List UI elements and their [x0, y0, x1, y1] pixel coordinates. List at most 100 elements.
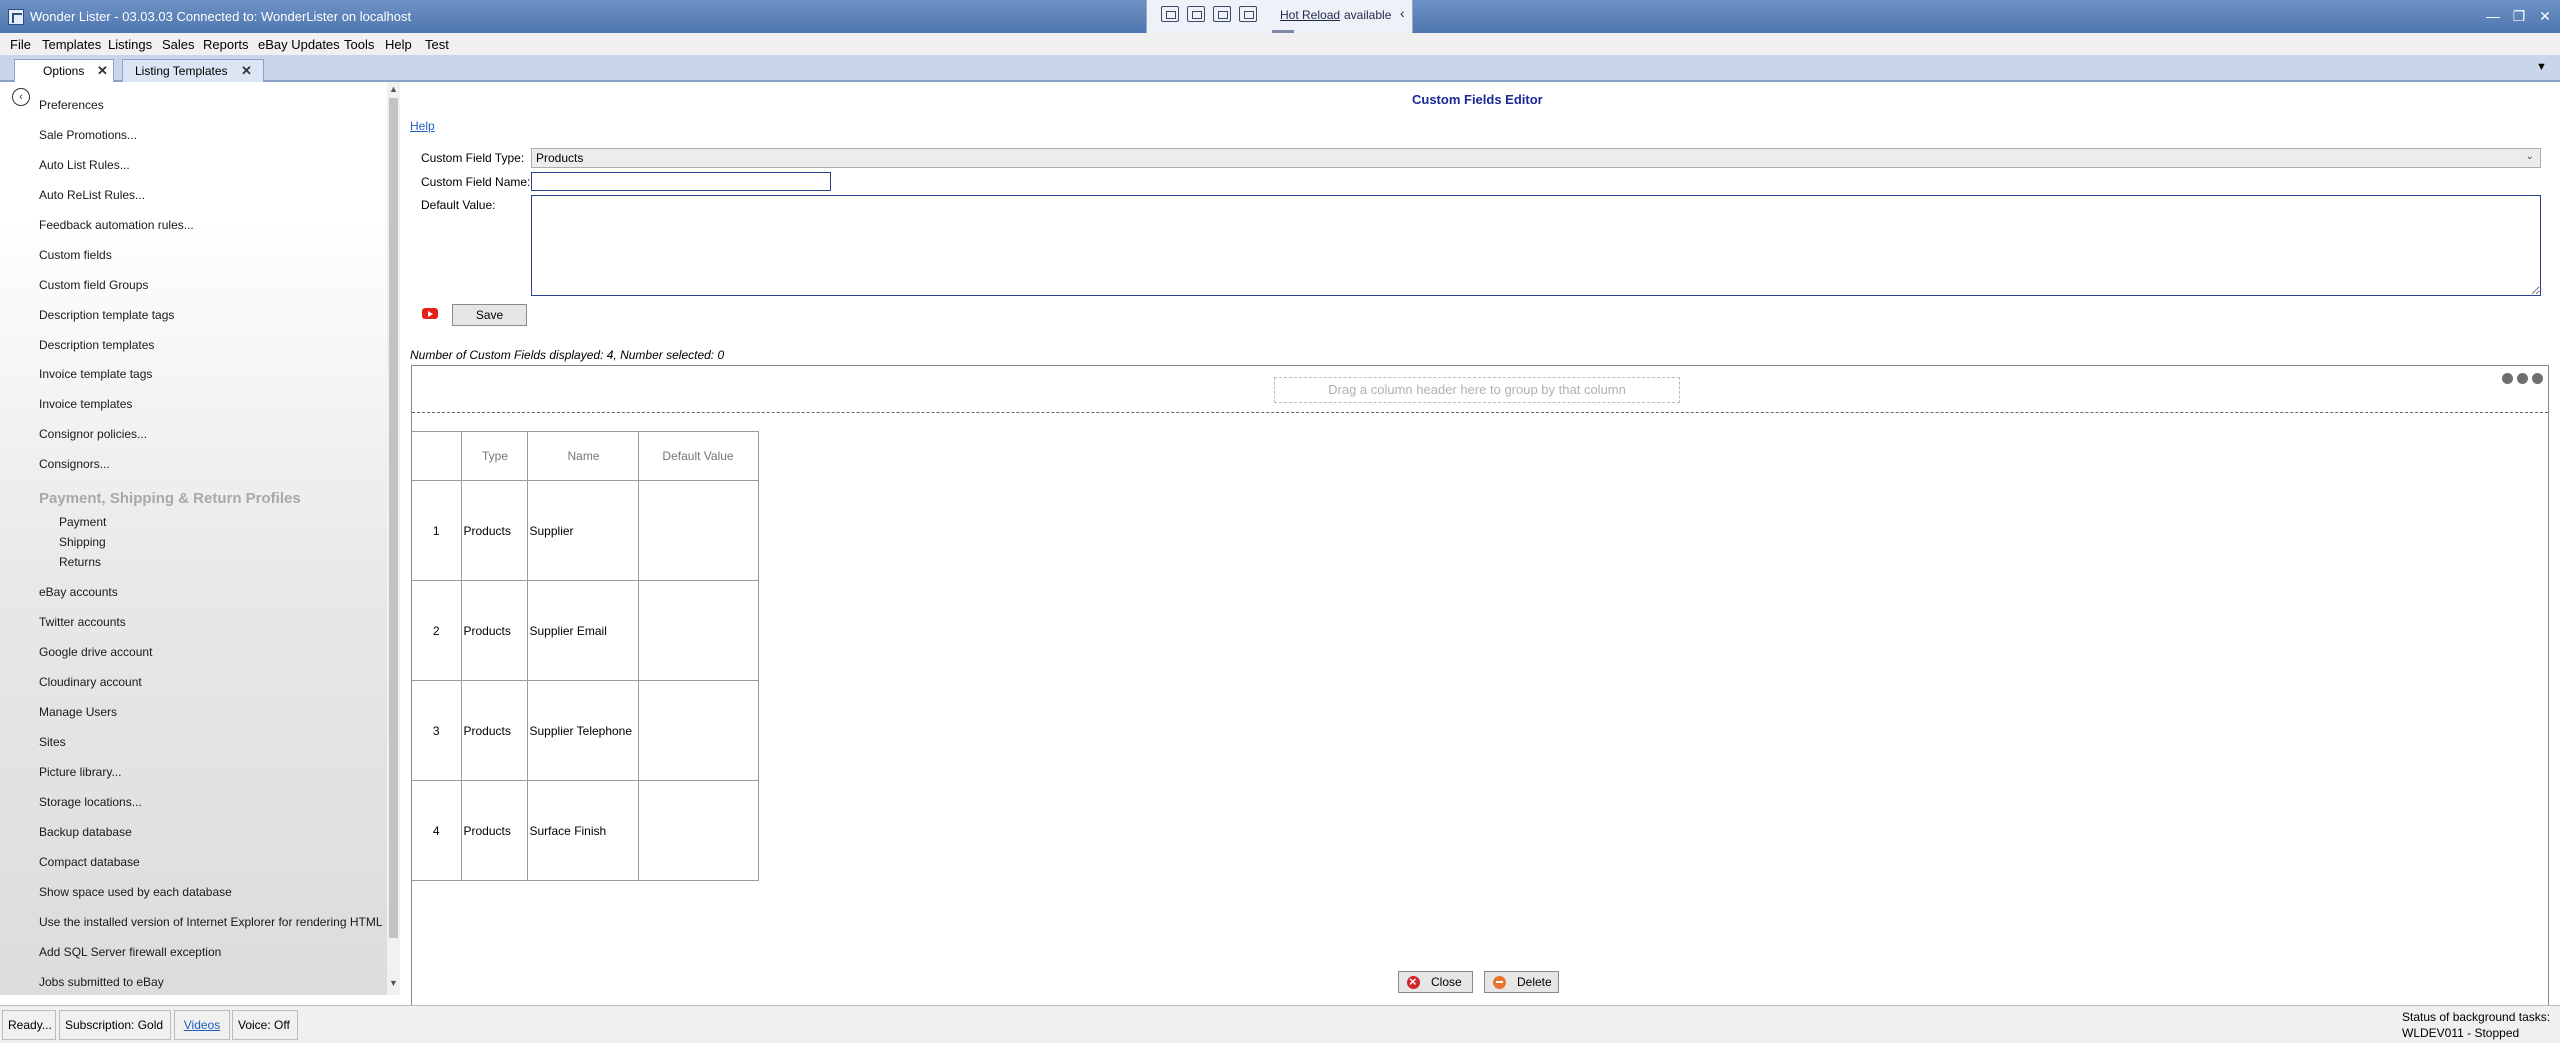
sidebar-item-picture-library[interactable]: Picture library... [39, 765, 121, 779]
videos-link[interactable]: Videos [174, 1010, 230, 1040]
sidebar-item-storage-locations[interactable]: Storage locations... [39, 795, 142, 809]
help-link[interactable]: Help [410, 119, 435, 133]
close-tab-icon[interactable]: ✕ [97, 63, 108, 79]
cell-type[interactable]: Products [460, 680, 528, 781]
sidebar-item-feedback-automation[interactable]: Feedback automation rules... [39, 218, 194, 232]
sidebar-item-manage-users[interactable]: Manage Users [39, 705, 117, 719]
menu-help[interactable]: Help [385, 37, 412, 52]
back-icon[interactable]: ‹ [12, 88, 30, 106]
menu-file[interactable]: File [10, 37, 31, 52]
delete-button[interactable]: Delete [1484, 971, 1559, 993]
custom-field-name-input[interactable] [531, 172, 831, 191]
sidebar-item-description-template-tags[interactable]: Description template tags [39, 308, 174, 322]
background-tasks-status: WLDEV011 - Stopped [2402, 1026, 2520, 1040]
select-element-icon[interactable] [1161, 6, 1179, 22]
hot-reload-link[interactable]: Hot Reload [1280, 8, 1340, 22]
table-row[interactable]: 2 Products Supplier Email [412, 580, 759, 681]
column-header-default-value[interactable]: Default Value [637, 431, 759, 481]
menu-tools[interactable]: Tools [344, 37, 374, 52]
tab-list-dropdown-icon[interactable]: ▼ [2536, 61, 2547, 73]
group-by-panel[interactable]: Drag a column header here to group by th… [412, 366, 2548, 413]
menu-ebay-updates[interactable]: eBay Updates [258, 37, 340, 52]
column-header-name[interactable]: Name [526, 431, 639, 481]
sidebar-item-sale-promotions[interactable]: Sale Promotions... [39, 128, 137, 142]
sidebar-item-twitter-accounts[interactable]: Twitter accounts [39, 615, 126, 629]
sidebar-item-shipping[interactable]: Shipping [59, 535, 106, 549]
status-subscription: Subscription: Gold [59, 1010, 171, 1040]
cell-type[interactable]: Products [460, 480, 528, 581]
youtube-icon[interactable] [422, 308, 438, 319]
sidebar-item-jobs-submitted[interactable]: Jobs submitted to eBay [39, 975, 164, 989]
sidebar-item-auto-list-rules[interactable]: Auto List Rules... [39, 158, 130, 172]
sidebar-item-use-internet-explorer[interactable]: Use the installed version of Internet Ex… [39, 915, 383, 929]
cell-default-value[interactable] [637, 580, 759, 681]
cell-name[interactable]: Supplier [526, 480, 639, 581]
custom-field-name-label: Custom Field Name: [421, 175, 531, 189]
row-index: 1 [412, 480, 462, 581]
sidebar-item-consignors[interactable]: Consignors... [39, 457, 110, 471]
scrollbar-thumb[interactable] [389, 98, 398, 938]
sidebar-item-sites[interactable]: Sites [39, 735, 66, 749]
table-row[interactable]: 1 Products Supplier [412, 480, 759, 581]
sidebar-item-backup-database[interactable]: Backup database [39, 825, 132, 839]
cell-name[interactable]: Supplier Email [526, 580, 639, 681]
default-value-input[interactable] [531, 195, 2541, 296]
custom-field-type-select[interactable]: Products ⌄ [531, 148, 2541, 168]
menu-sales[interactable]: Sales [162, 37, 195, 52]
cell-type[interactable]: Products [460, 580, 528, 681]
grid-options-icon[interactable] [2502, 373, 2546, 385]
row-index: 4 [412, 780, 462, 881]
sidebar-item-google-drive[interactable]: Google drive account [39, 645, 152, 659]
sidebar-item-invoice-template-tags[interactable]: Invoice template tags [39, 367, 152, 381]
sidebar-item-ebay-accounts[interactable]: eBay accounts [39, 585, 118, 599]
minimize-button[interactable]: — [2480, 5, 2506, 27]
cell-name[interactable]: Supplier Telephone [526, 680, 639, 781]
cell-default-value[interactable] [637, 480, 759, 581]
dot-icon [2532, 373, 2543, 384]
scroll-down-icon[interactable]: ▼ [387, 978, 400, 990]
binding-failures-icon[interactable] [1239, 6, 1257, 22]
cell-default-value[interactable] [637, 680, 759, 781]
sidebar-item-description-templates[interactable]: Description templates [39, 338, 154, 352]
table-row[interactable]: 3 Products Supplier Telephone [412, 680, 759, 781]
menu-templates[interactable]: Templates [42, 37, 101, 52]
sidebar-item-invoice-templates[interactable]: Invoice templates [39, 397, 132, 411]
sidebar-item-consignor-policies[interactable]: Consignor policies... [39, 427, 147, 441]
close-tab-icon[interactable]: ✕ [241, 63, 252, 79]
menu-test[interactable]: Test [425, 37, 449, 52]
tab-options[interactable]: Options ✕ [14, 59, 114, 82]
profiles-heading: Payment, Shipping & Return Profiles [39, 490, 301, 507]
close-window-button[interactable]: ✕ [2532, 5, 2558, 27]
menu-reports[interactable]: Reports [203, 37, 249, 52]
sidebar-item-custom-fields[interactable]: Custom fields [39, 248, 112, 262]
tab-listing-templates[interactable]: Listing Templates ✕ [122, 59, 264, 82]
sidebar-item-returns[interactable]: Returns [59, 555, 101, 569]
sidebar-item-auto-relist-rules[interactable]: Auto ReList Rules... [39, 188, 145, 202]
display-layout-adorners-icon[interactable] [1187, 6, 1205, 22]
column-header-index[interactable] [412, 431, 462, 481]
menu-listings[interactable]: Listings [108, 37, 152, 52]
collapse-toolbar-icon[interactable]: ‹ [1400, 5, 1405, 21]
cell-type[interactable]: Products [460, 780, 528, 881]
sidebar-item-sql-firewall[interactable]: Add SQL Server firewall exception [39, 945, 221, 959]
sidebar-item-show-space-used[interactable]: Show space used by each database [39, 885, 232, 899]
table-row[interactable]: 4 Products Surface Finish [412, 780, 759, 881]
track-focus-icon[interactable] [1213, 6, 1231, 22]
hot-reload-status: available [1344, 8, 1392, 22]
scroll-up-icon[interactable]: ▲ [387, 84, 400, 96]
column-header-type[interactable]: Type [460, 431, 528, 481]
close-button[interactable]: Close [1398, 971, 1473, 993]
window-title: Wonder Lister - 03.03.03 Connected to: W… [30, 9, 412, 24]
sidebar-item-compact-database[interactable]: Compact database [39, 855, 140, 869]
sidebar-item-cloudinary[interactable]: Cloudinary account [39, 675, 142, 689]
sidebar-scrollbar[interactable]: ▲ ▼ [387, 82, 400, 995]
status-ready: Ready... [2, 1010, 56, 1040]
sidebar-item-preferences[interactable]: Preferences [39, 98, 104, 112]
save-button[interactable]: Save [452, 304, 527, 326]
sidebar-item-custom-field-groups[interactable]: Custom field Groups [39, 278, 148, 292]
sidebar-item-payment[interactable]: Payment [59, 515, 106, 529]
default-value-label: Default Value: [421, 198, 496, 212]
cell-default-value[interactable] [637, 780, 759, 881]
cell-name[interactable]: Surface Finish [526, 780, 639, 881]
maximize-button[interactable]: ❐ [2506, 5, 2532, 27]
